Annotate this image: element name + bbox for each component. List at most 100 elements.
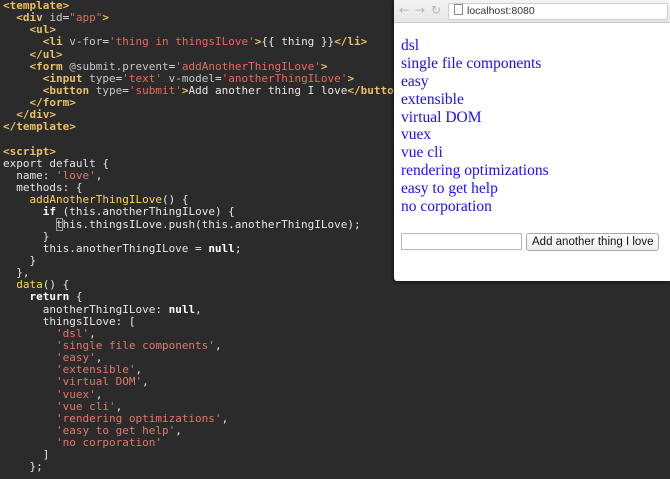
things-list: dsl single file components easy extensible v… — [401, 37, 670, 216]
code-token: v-model — [168, 71, 215, 85]
code-token: 'easy to get help' — [55, 423, 176, 437]
code-token: , — [221, 411, 229, 425]
code-token: </li> — [334, 35, 368, 49]
add-thing-button[interactable]: Add another thing I love — [526, 232, 660, 251]
code-token: <ul> — [29, 23, 57, 37]
code-token: <button — [42, 83, 96, 97]
list-item: dsl — [401, 37, 420, 54]
code-token: () { — [42, 278, 70, 292]
browser-window: ← → ↻ localhost:8080 dsl single file comp… — [394, 0, 670, 281]
code-token: </ul> — [29, 47, 63, 61]
code-token: = — [122, 83, 129, 97]
code-token: null — [168, 302, 196, 316]
code-token: 'anotherThingILove' — [221, 71, 348, 85]
code-token: "app" — [69, 11, 103, 25]
browser-toolbar: ← → ↻ localhost:8080 — [394, 0, 670, 23]
code-line[interactable]: data() { — [0, 279, 670, 291]
page-content: dsl single file components easy extensible v… — [394, 23, 670, 251]
code-token: {{ thing }} — [261, 35, 335, 49]
code-token: <script> — [3, 144, 56, 158]
code-token: @submit.prevent — [69, 59, 169, 73]
code-token: { — [69, 290, 83, 304]
code-token: , — [95, 351, 103, 365]
code-token: = — [102, 35, 109, 49]
code-token: 'love' — [55, 168, 96, 182]
code-line[interactable]: ] — [0, 449, 670, 461]
list-item: single file components — [401, 54, 542, 72]
refresh-icon[interactable]: ↻ — [429, 3, 443, 17]
add-thing-form: Add another thing I love — [401, 232, 670, 251]
code-token: thingsILove: [ — [3, 314, 136, 328]
code-token: </form> — [29, 96, 76, 110]
code-line[interactable]: }; — [0, 461, 670, 473]
code-token: methods: { — [3, 181, 83, 195]
code-token: </div> — [16, 108, 56, 122]
code-token: 'single file components' — [55, 338, 215, 352]
code-token: 'dsl' — [55, 326, 90, 340]
code-line[interactable]: thingsILove: [ — [0, 314, 670, 328]
code-token: 'virtual DOM' — [55, 375, 143, 389]
code-token: Add another thing I love — [188, 83, 348, 97]
code-token: export default { — [3, 156, 109, 170]
code-token: , — [135, 363, 143, 377]
code-token: , — [175, 423, 182, 437]
list-item: easy to get help — [401, 180, 498, 198]
code-token: v-for — [69, 35, 103, 49]
address-bar[interactable]: localhost:8080 — [448, 3, 668, 20]
code-token: = — [214, 71, 222, 85]
code-token: 'thing in thingsILove' — [109, 35, 255, 49]
code-token: , — [89, 326, 96, 340]
list-item: rendering optimizations — [401, 162, 549, 180]
list-item: vue cli — [401, 144, 443, 162]
code-token: 'text' — [122, 71, 162, 85]
code-token: addAnotherThingILove — [29, 193, 162, 207]
list-item: extensible — [401, 90, 464, 108]
forward-arrow-icon[interactable]: → — [413, 3, 427, 17]
code-token: null — [208, 241, 235, 255]
code-token: this.anotherThingILove = — [3, 241, 209, 255]
list-item: vuex — [401, 126, 432, 144]
code-line[interactable]: 'no corporation' — [0, 436, 670, 449]
back-arrow-icon[interactable]: ← — [397, 3, 411, 17]
list-item: virtual DOM — [401, 108, 482, 126]
code-token: > — [320, 59, 328, 73]
code-token: data — [16, 278, 43, 292]
code-token: () { — [161, 193, 189, 207]
code-token: <form — [29, 59, 70, 73]
thing-input[interactable] — [401, 233, 522, 251]
code-token: > — [102, 11, 109, 25]
list-item: easy — [401, 72, 429, 90]
code-token: ; — [234, 241, 242, 255]
code-token: 'easy' — [55, 351, 96, 365]
code-token: } — [3, 229, 50, 243]
code-token: , — [115, 399, 123, 413]
code-token: (this.anotherThingILove) { — [56, 205, 235, 219]
code-token: } — [3, 253, 37, 267]
code-token: if — [42, 205, 56, 219]
list-item: no corporation — [401, 198, 492, 216]
code-token: }, — [3, 266, 30, 280]
code-token: 'extensible' — [55, 363, 136, 377]
code-token: return — [29, 290, 70, 304]
text-cursor: t — [55, 217, 63, 231]
code-token: , — [214, 338, 222, 352]
code-token: , — [142, 375, 149, 389]
